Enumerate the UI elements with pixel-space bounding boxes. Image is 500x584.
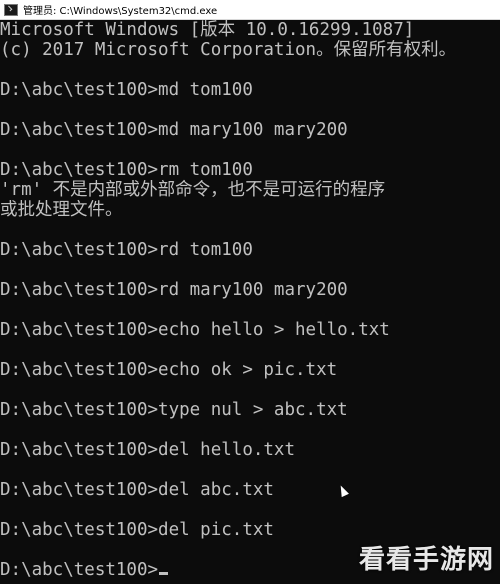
console-line: D:\abc\test100>type nul > abc.txt xyxy=(0,400,348,420)
console-line: D:\abc\test100>del pic.txt xyxy=(0,520,274,540)
text-cursor xyxy=(159,572,169,575)
window-title: 管理员: C:\Windows\System32\cmd.exe xyxy=(23,6,218,17)
console-line: D:\abc\test100>rd tom100 xyxy=(0,240,253,260)
console-line: Microsoft Windows [版本 10.0.16299.1087] xyxy=(0,20,415,40)
console-line: D:\abc\test100>md mary100 mary200 xyxy=(0,120,348,140)
cmd-window: 管理员: C:\Windows\System32\cmd.exe Microso… xyxy=(0,0,500,584)
error-message: 'rm' 不是内部或外部命令，也不是可运行的程序 xyxy=(0,180,386,200)
console-line: D:\abc\test100>md tom100 xyxy=(0,80,253,100)
console-line: (c) 2017 Microsoft Corporation。保留所有权利。 xyxy=(0,40,457,60)
console-output[interactable]: Microsoft Windows [版本 10.0.16299.1087] (… xyxy=(0,20,500,584)
current-prompt: D:\abc\test100> xyxy=(0,560,159,580)
title-bar[interactable]: 管理员: C:\Windows\System32\cmd.exe xyxy=(0,0,500,20)
console-line: D:\abc\test100>del abc.txt xyxy=(0,480,274,500)
console-line: D:\abc\test100>rd mary100 mary200 xyxy=(0,280,348,300)
watermark-logo: 看看手游网 xyxy=(358,545,494,575)
console-line: D:\abc\test100>echo hello > hello.txt xyxy=(0,320,390,340)
console-line: D:\abc\test100>del hello.txt xyxy=(0,440,296,460)
console-line: D:\abc\test100>rm tom100 xyxy=(0,160,253,180)
cmd-icon xyxy=(4,3,18,16)
error-message: 或批处理文件。 xyxy=(0,200,123,220)
console-line: D:\abc\test100>echo ok > pic.txt xyxy=(0,360,338,380)
